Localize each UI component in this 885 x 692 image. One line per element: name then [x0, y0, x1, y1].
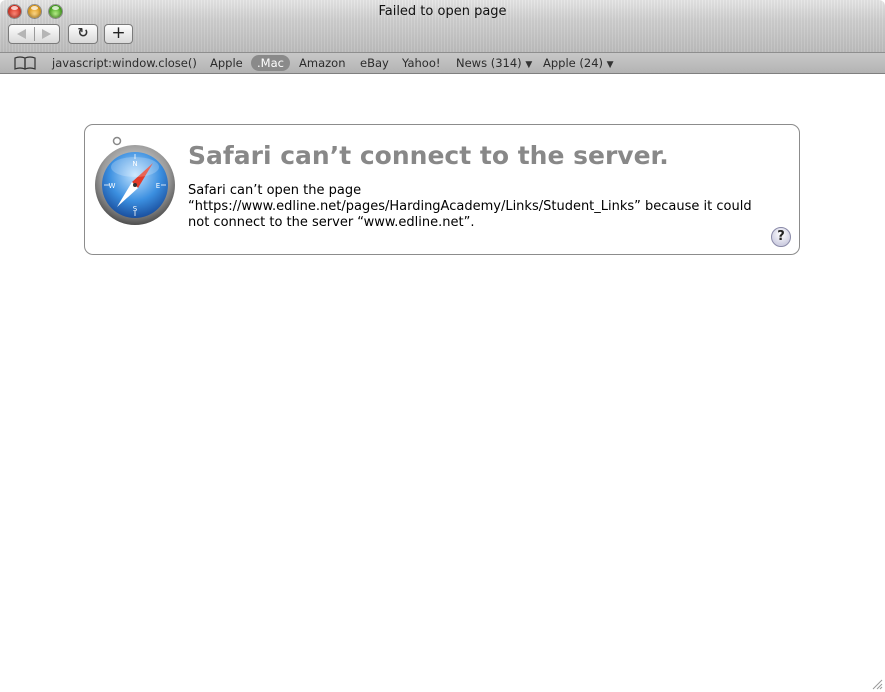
add-bookmark-button[interactable]: +	[104, 24, 133, 44]
help-icon: ?	[777, 229, 785, 244]
chevron-down-icon: ▼	[606, 60, 614, 70]
bookmark-mac[interactable]: .Mac	[251, 55, 290, 71]
back-forward-buttons	[8, 24, 60, 44]
title-bar: Failed to open page ↻ +	[0, 0, 885, 52]
bookmark-folder-news-label: News (314)	[456, 56, 522, 70]
error-line-3: not connect to the server “www.edline.ne…	[188, 215, 475, 230]
error-title: Safari can’t connect to the server.	[188, 141, 669, 170]
back-arrow-icon[interactable]	[17, 29, 26, 39]
bookmarks-bar: javascript:window.close() Apple .Mac Ama…	[0, 52, 885, 74]
reload-button[interactable]: ↻	[68, 24, 98, 44]
plus-icon: +	[111, 23, 126, 43]
error-message: Safari can’t open the page “https://www.…	[188, 183, 763, 231]
bookmark-yahoo[interactable]: Yahoo!	[402, 56, 440, 70]
bookmark-folder-apple[interactable]: Apple (24) ▼	[543, 56, 614, 70]
svg-text:E: E	[156, 182, 160, 190]
svg-text:W: W	[109, 182, 116, 190]
error-line-2: “https://www.edline.net/pages/HardingAca…	[188, 199, 752, 214]
chevron-down-icon: ▼	[525, 60, 533, 70]
button-divider	[34, 27, 35, 41]
error-panel: N S W E Safari can’t connect to the serv…	[84, 124, 800, 255]
bookmark-javascript-close[interactable]: javascript:window.close()	[52, 56, 197, 70]
bookmark-ebay[interactable]: eBay	[360, 56, 389, 70]
svg-text:S: S	[133, 205, 138, 213]
reload-icon: ↻	[77, 26, 89, 41]
forward-arrow-icon[interactable]	[42, 29, 51, 39]
bookmark-folder-news[interactable]: News (314) ▼	[456, 56, 532, 70]
safari-compass-icon: N S W E	[95, 136, 175, 225]
bookmark-amazon[interactable]: Amazon	[299, 56, 345, 70]
bookmark-folder-apple-label: Apple (24)	[543, 56, 603, 70]
book-icon[interactable]	[14, 55, 36, 71]
bookmark-apple[interactable]: Apple	[210, 56, 243, 70]
help-button[interactable]: ?	[771, 227, 791, 247]
resize-grip-icon[interactable]	[871, 678, 883, 690]
window-title: Failed to open page	[378, 4, 507, 19]
error-line-1: Safari can’t open the page	[188, 183, 362, 198]
